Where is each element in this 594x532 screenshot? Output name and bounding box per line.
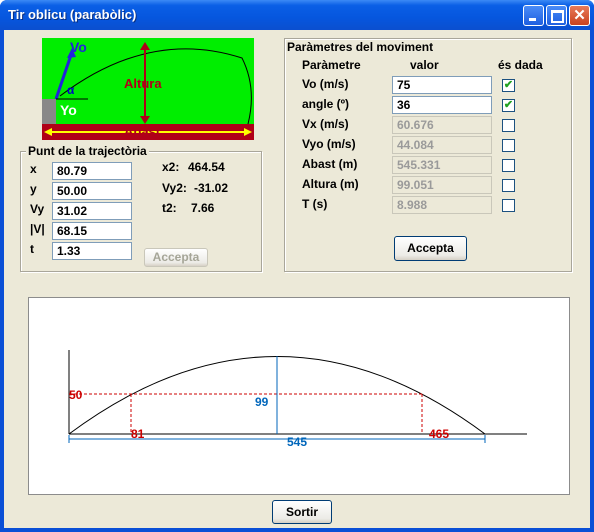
params-group-label: Paràmetres del moviment [287,40,434,54]
x2-value: 464.54 [188,160,225,174]
col-given-header: és dada [498,58,543,72]
maximize-icon [551,10,564,23]
title-bar: Tir oblicu (parabòlic) ✕ [0,0,594,30]
minimize-icon [529,18,536,21]
vy-field[interactable] [52,202,132,220]
x2-label: x2: [162,160,180,174]
checkmark-icon: ✔ [503,79,514,91]
abast-input[interactable] [392,156,492,174]
vo-label: Vo [70,39,87,55]
y-label: y [30,182,37,196]
plot-y-point-label: 50 [69,388,83,402]
trajectory-accept-button[interactable]: Accepta [144,248,208,267]
plot-x2-label: 465 [429,427,449,441]
t-input[interactable] [392,196,492,214]
window-title: Tir oblicu (parabòlic) [8,7,137,22]
trajectory-group-label: Punt de la trajectòria [26,144,149,158]
plot-range-label: 545 [287,435,307,449]
vyo-input[interactable] [392,136,492,154]
given-checkbox-t[interactable] [502,199,515,212]
client-area: Vo α Altura Yo Abast Punt de la trajectò… [4,30,590,528]
col-param-header: Paràmetre [302,58,361,72]
x-label: x [30,162,37,176]
vy2-value: -31.02 [194,181,229,195]
t2-value: 7.66 [191,201,215,215]
param-label-t: T (s) [302,197,328,211]
t-field[interactable] [52,242,132,260]
angle-input[interactable] [392,96,492,114]
alpha-label: α [67,83,75,97]
v-mod-field[interactable] [52,222,132,240]
plot-height-label: 99 [255,395,269,409]
given-checkbox-angle[interactable]: ✔ [502,99,515,112]
projectile-diagram: Vo α Altura Yo Abast [42,38,254,140]
y-field[interactable] [52,182,132,200]
exit-button[interactable]: Sortir [272,500,332,524]
param-label-angle: angle (º) [302,97,350,111]
col-value-header: valor [410,58,439,72]
plot-x1-label: 81 [131,427,145,441]
param-label-vyo: Vyo (m/s) [302,137,356,151]
trajectory-plot-svg: 50 99 81 465 545 [68,350,527,449]
close-icon: ✕ [573,7,586,24]
minimize-button[interactable] [523,5,544,26]
given-checkbox-vo[interactable]: ✔ [502,79,515,92]
given-checkbox-vyo[interactable] [502,139,515,152]
given-checkbox-altura[interactable] [502,179,515,192]
trajectory-plot: 50 99 81 465 545 [28,297,570,495]
app-window: Tir oblicu (parabòlic) ✕ Vo α Altura Yo … [0,0,594,532]
abast-label: Abast [124,124,161,139]
altura-input[interactable] [392,176,492,194]
yo-label: Yo [60,102,77,118]
altura-label: Altura [124,76,162,91]
param-label-abast: Abast (m) [302,157,358,171]
params-accept-button[interactable]: Accepta [394,236,467,261]
param-label-altura: Altura (m) [302,177,359,191]
vy2-label: Vy2: [162,181,187,195]
t2-label: t2: [162,201,177,215]
close-button[interactable]: ✕ [569,5,590,26]
given-checkbox-vx[interactable] [502,119,515,132]
vy-label: Vy [30,202,45,216]
t-label: t [30,242,34,256]
checkmark-icon: ✔ [503,99,514,111]
param-label-vo: Vo (m/s) [302,77,349,91]
param-label-vx: Vx (m/s) [302,117,349,131]
maximize-button[interactable] [546,5,567,26]
given-checkbox-abast[interactable] [502,159,515,172]
vo-input[interactable] [392,76,492,94]
x-field[interactable] [52,162,132,180]
v-mod-label: |V| [30,222,45,236]
vx-input[interactable] [392,116,492,134]
